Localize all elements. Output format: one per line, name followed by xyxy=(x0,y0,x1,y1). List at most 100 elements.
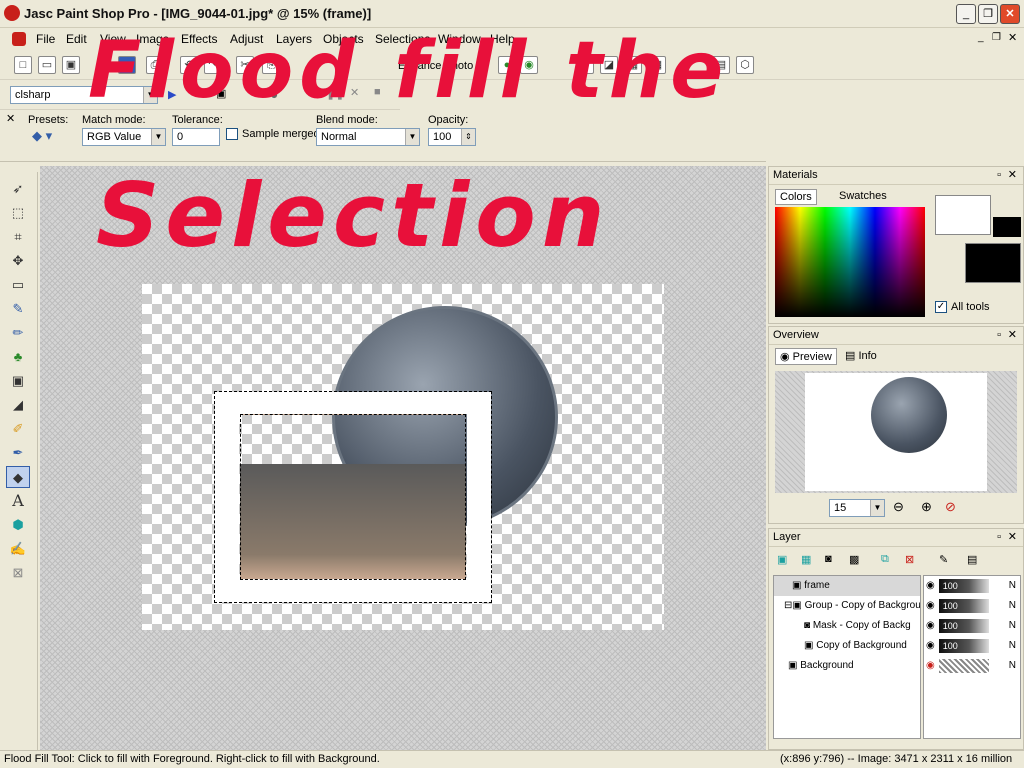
blend-mode-label[interactable]: N xyxy=(1009,616,1016,636)
status-text: Flood Fill Tool: Click to fill with Fore… xyxy=(4,753,380,765)
minimize-button[interactable]: _ xyxy=(956,4,976,24)
chevron-down-icon: ▼ xyxy=(870,500,884,516)
all-tools-checkbox[interactable]: ✓ xyxy=(935,301,947,313)
pencil-tool-icon[interactable]: ✐ xyxy=(6,418,30,440)
panel-close-icon[interactable]: ✕ xyxy=(1008,168,1017,181)
clone-tool-icon[interactable]: ♣ xyxy=(6,346,30,368)
selection-tool-icon[interactable]: ⬚ xyxy=(6,202,30,224)
background-swatch[interactable] xyxy=(965,243,1021,283)
deform-tool-icon[interactable]: ⊠ xyxy=(6,562,30,584)
blend-mode-label[interactable]: N xyxy=(1009,636,1016,656)
panel-minimize-icon[interactable]: ▫ xyxy=(997,531,1001,543)
eye-icon[interactable]: ◉ xyxy=(926,636,935,656)
eraser-tool-icon[interactable]: ◢ xyxy=(6,394,30,416)
annotation-line-2: Selection xyxy=(96,164,611,267)
dropper-tool-icon[interactable]: ✎ xyxy=(6,298,30,320)
new-vector-layer-icon[interactable]: ▦ xyxy=(801,553,811,566)
retouch-tool-icon[interactable]: ✒ xyxy=(6,442,30,464)
tools-palette: ➶ ⬚ ⌗ ✥ ▭ ✎ ✏ ♣ ▣ ◢ ✐ ✒ ◆ A ⬢ ✍ ⊠ xyxy=(0,172,38,750)
paintbrush-tool-icon[interactable]: ✏ xyxy=(6,322,30,344)
zoom-out-icon[interactable]: ⊖ xyxy=(893,499,904,515)
layer-row[interactable]: ⊟▣ Group - Copy of Backgrou xyxy=(774,596,920,616)
close-button[interactable]: ✕ xyxy=(1000,4,1020,24)
edit-selection-icon[interactable]: ✎ xyxy=(939,553,948,566)
chevron-down-icon: ▼ xyxy=(405,129,419,145)
delete-layer-icon[interactable]: ⊠ xyxy=(905,553,914,566)
canvas-workspace[interactable]: Flood fill the Selection xyxy=(40,26,766,750)
open-folder-icon[interactable]: ▭ xyxy=(38,56,56,74)
color-spectrum[interactable] xyxy=(775,207,925,317)
preset-shape-icon[interactable]: ⬢ xyxy=(6,514,30,536)
layer-row[interactable]: ▣ Background xyxy=(774,656,920,676)
layer-properties-icon[interactable]: ▤ xyxy=(967,553,977,566)
spinner-icon[interactable]: ⇕ xyxy=(461,129,475,145)
panel-minimize-icon[interactable]: ▫ xyxy=(997,329,1001,341)
text-tool-icon[interactable]: A xyxy=(6,490,30,512)
all-tools-label: All tools xyxy=(951,301,990,313)
blend-mode-label[interactable]: N xyxy=(1009,596,1016,616)
tab-colors[interactable]: Colors xyxy=(775,189,817,205)
dodge-tool-icon[interactable]: ▣ xyxy=(6,370,30,392)
opacity-bar[interactable]: 100 xyxy=(938,639,989,653)
zoom-actual-icon[interactable]: ⊘ xyxy=(945,499,956,515)
eye-icon[interactable]: ◉ xyxy=(926,596,935,616)
selection-marquee xyxy=(240,414,466,580)
restore-button[interactable]: ❐ xyxy=(978,4,998,24)
menu-edit[interactable]: Edit xyxy=(66,32,87,46)
blend-mode-label[interactable]: N xyxy=(1009,576,1016,596)
foreground-swatch[interactable] xyxy=(935,195,991,235)
new-mask-layer-icon[interactable]: ◙ xyxy=(825,553,832,565)
pointer-tool-icon[interactable]: ➶ xyxy=(6,178,30,200)
eye-icon[interactable]: ◉ xyxy=(926,576,935,596)
overview-header: Overview ▫ ✕ xyxy=(769,327,1023,345)
doc-minimize-button[interactable]: _ xyxy=(978,32,984,43)
tab-info[interactable]: ▤ Info xyxy=(845,349,877,362)
hidden-eye-icon[interactable]: ◉ xyxy=(926,656,935,676)
layer-list: ▣ frame ⊟▣ Group - Copy of Backgrou ◙ Ma… xyxy=(773,575,921,739)
blend-mode-select[interactable]: Normal ▼ xyxy=(316,128,420,146)
opacity-bar[interactable]: 100 xyxy=(938,619,989,633)
panel-close-icon[interactable]: ✕ xyxy=(1008,328,1017,341)
zoom-in-icon[interactable]: ⊕ xyxy=(921,499,932,515)
layer-row[interactable]: ◙ Mask - Copy of Backg xyxy=(774,616,920,636)
layer-row[interactable]: ▣ Copy of Background xyxy=(774,636,920,656)
eye-icon[interactable]: ◉ xyxy=(926,616,935,636)
presets-button[interactable]: ◆ ▾ xyxy=(32,128,52,144)
panel-minimize-icon[interactable]: ▫ xyxy=(997,169,1001,181)
tab-preview[interactable]: ◉ Preview xyxy=(775,348,837,365)
layer-props-row: ◉ 100 N xyxy=(924,576,1020,596)
doc-close-button[interactable]: ✕ xyxy=(1008,31,1017,44)
overview-thumbnail[interactable] xyxy=(775,371,1017,493)
menu-file[interactable]: File xyxy=(36,32,55,46)
opacity-bar[interactable]: 100 xyxy=(938,599,989,613)
layer-props-row: ◉ N xyxy=(924,656,1020,676)
opacity-input[interactable]: 100 ⇕ xyxy=(428,128,476,146)
layer-props-row: ◉ 100 N xyxy=(924,616,1020,636)
browse-icon[interactable]: ▣ xyxy=(62,56,80,74)
layer-row[interactable]: ▣ frame xyxy=(774,576,920,596)
opacity-bar[interactable] xyxy=(938,659,989,673)
rectangle-select-icon[interactable]: ▭ xyxy=(6,274,30,296)
swap-colors-icon[interactable] xyxy=(993,217,1021,237)
blend-mode-label[interactable]: N xyxy=(1009,656,1016,676)
annotation-line-1: Flood fill the xyxy=(88,26,730,116)
flood-fill-tool-icon[interactable]: ◆ xyxy=(6,466,30,488)
new-raster-layer-icon[interactable]: ▣ xyxy=(777,553,787,566)
move-tool-icon[interactable]: ✥ xyxy=(6,250,30,272)
close-palette-icon[interactable]: ✕ xyxy=(6,112,15,125)
panel-close-icon[interactable]: ✕ xyxy=(1008,530,1017,543)
tab-swatches[interactable]: Swatches xyxy=(839,190,887,202)
doc-restore-button[interactable]: ❐ xyxy=(992,32,1001,43)
sample-merged-checkbox[interactable] xyxy=(226,128,238,140)
opacity-bar[interactable]: 100 xyxy=(938,579,989,593)
zoom-input[interactable]: 15 ▼ xyxy=(829,499,885,517)
duplicate-layer-icon[interactable]: ⧉ xyxy=(881,553,889,566)
new-adjustment-layer-icon[interactable]: ▩ xyxy=(849,553,859,566)
tolerance-input[interactable]: 0 xyxy=(172,128,220,146)
pen-tool-icon[interactable]: ✍ xyxy=(6,538,30,560)
match-mode-select[interactable]: RGB Value ▼ xyxy=(82,128,166,146)
materials-panel: Materials ▫ ✕ Colors Swatches ✓ All tool… xyxy=(768,166,1024,324)
new-file-icon[interactable]: □ xyxy=(14,56,32,74)
crop-tool-icon[interactable]: ⌗ xyxy=(6,226,30,248)
cube-icon[interactable]: ⬡ xyxy=(736,56,754,74)
